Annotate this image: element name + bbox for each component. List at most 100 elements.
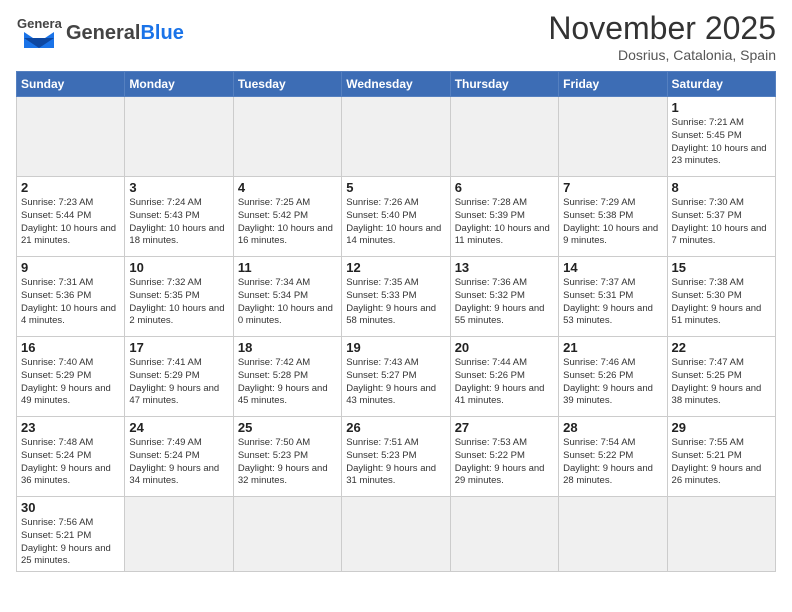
calendar-cell: 7 Sunrise: 7:29 AM Sunset: 5:38 PM Daylig… — [559, 177, 667, 257]
day-info: Sunrise: 7:42 AM Sunset: 5:28 PM Dayligh… — [238, 357, 337, 408]
day-number: 13 — [455, 260, 554, 275]
day-number: 5 — [346, 180, 445, 195]
calendar-cell — [559, 497, 667, 572]
calendar-cell: 11 Sunrise: 7:34 AM Sunset: 5:34 PM Dayli… — [233, 257, 341, 337]
day-number: 18 — [238, 340, 337, 355]
svg-text:General: General — [17, 16, 62, 31]
calendar-week-3: 16Sunrise: 7:40 AM Sunset: 5:29 PM Dayli… — [17, 337, 776, 417]
calendar-week-4: 23 Sunrise: 7:48 AM Sunset: 5:24 PM Dayli… — [17, 417, 776, 497]
calendar-cell: 21Sunrise: 7:46 AM Sunset: 5:26 PM Dayli… — [559, 337, 667, 417]
weekday-row: SundayMondayTuesdayWednesdayThursdayFrid… — [17, 72, 776, 97]
day-info: Sunrise: 7:32 AM Sunset: 5:35 PM Dayligh… — [129, 277, 228, 328]
weekday-header-saturday: Saturday — [667, 72, 775, 97]
calendar: SundayMondayTuesdayWednesdayThursdayFrid… — [16, 71, 776, 572]
calendar-cell: 12Sunrise: 7:35 AM Sunset: 5:33 PM Dayli… — [342, 257, 450, 337]
calendar-cell: 20Sunrise: 7:44 AM Sunset: 5:26 PM Dayli… — [450, 337, 558, 417]
weekday-header-monday: Monday — [125, 72, 233, 97]
calendar-cell: 2Sunrise: 7:23 AM Sunset: 5:44 PM Daylig… — [17, 177, 125, 257]
day-number: 9 — [21, 260, 120, 275]
day-info: Sunrise: 7:43 AM Sunset: 5:27 PM Dayligh… — [346, 357, 445, 408]
calendar-cell: 5Sunrise: 7:26 AM Sunset: 5:40 PM Daylig… — [342, 177, 450, 257]
day-info: Sunrise: 7:34 AM Sunset: 5:34 PM Dayligh… — [238, 277, 337, 328]
calendar-cell — [667, 497, 775, 572]
calendar-cell: 14Sunrise: 7:37 AM Sunset: 5:31 PM Dayli… — [559, 257, 667, 337]
logo-svg: General — [16, 10, 62, 56]
calendar-week-5: 30Sunrise: 7:56 AM Sunset: 5:21 PM Dayli… — [17, 497, 776, 572]
calendar-cell: 30Sunrise: 7:56 AM Sunset: 5:21 PM Dayli… — [17, 497, 125, 572]
day-info: Sunrise: 7:37 AM Sunset: 5:31 PM Dayligh… — [563, 277, 662, 328]
calendar-cell: 4 Sunrise: 7:25 AM Sunset: 5:42 PM Daylig… — [233, 177, 341, 257]
day-info: Sunrise: 7:41 AM Sunset: 5:29 PM Dayligh… — [129, 357, 228, 408]
day-number: 10 — [129, 260, 228, 275]
day-number: 11 — [238, 260, 337, 275]
day-number: 22 — [672, 340, 771, 355]
day-number: 26 — [346, 420, 445, 435]
day-info: Sunrise: 7:40 AM Sunset: 5:29 PM Dayligh… — [21, 357, 120, 408]
day-number: 21 — [563, 340, 662, 355]
calendar-cell — [233, 97, 341, 177]
calendar-cell: 29Sunrise: 7:55 AM Sunset: 5:21 PM Dayli… — [667, 417, 775, 497]
calendar-week-1: 2Sunrise: 7:23 AM Sunset: 5:44 PM Daylig… — [17, 177, 776, 257]
day-info: Sunrise: 7:54 AM Sunset: 5:22 PM Dayligh… — [563, 437, 662, 488]
calendar-cell: 1 Sunrise: 7:21 AM Sunset: 5:45 PM Daylig… — [667, 97, 775, 177]
calendar-cell — [342, 497, 450, 572]
day-number: 4 — [238, 180, 337, 195]
day-info: Sunrise: 7:25 AM Sunset: 5:42 PM Dayligh… — [238, 197, 337, 248]
day-info: Sunrise: 7:50 AM Sunset: 5:23 PM Dayligh… — [238, 437, 337, 488]
weekday-header-tuesday: Tuesday — [233, 72, 341, 97]
day-number: 30 — [21, 500, 120, 515]
day-number: 7 — [563, 180, 662, 195]
day-info: Sunrise: 7:29 AM Sunset: 5:38 PM Dayligh… — [563, 197, 662, 248]
calendar-cell: 23 Sunrise: 7:48 AM Sunset: 5:24 PM Dayli… — [17, 417, 125, 497]
calendar-body: 1 Sunrise: 7:21 AM Sunset: 5:45 PM Daylig… — [17, 97, 776, 572]
day-number: 27 — [455, 420, 554, 435]
calendar-cell — [450, 497, 558, 572]
calendar-cell: 9Sunrise: 7:31 AM Sunset: 5:36 PM Daylig… — [17, 257, 125, 337]
day-info: Sunrise: 7:21 AM Sunset: 5:45 PM Dayligh… — [672, 117, 771, 168]
page: General GeneralBlue November 2025 Dosriu… — [0, 0, 792, 582]
weekday-header-thursday: Thursday — [450, 72, 558, 97]
calendar-cell — [342, 97, 450, 177]
day-info: Sunrise: 7:49 AM Sunset: 5:24 PM Dayligh… — [129, 437, 228, 488]
calendar-cell: 24Sunrise: 7:49 AM Sunset: 5:24 PM Dayli… — [125, 417, 233, 497]
day-number: 19 — [346, 340, 445, 355]
calendar-week-0: 1 Sunrise: 7:21 AM Sunset: 5:45 PM Daylig… — [17, 97, 776, 177]
day-number: 25 — [238, 420, 337, 435]
day-number: 17 — [129, 340, 228, 355]
day-info: Sunrise: 7:47 AM Sunset: 5:25 PM Dayligh… — [672, 357, 771, 408]
day-info: Sunrise: 7:53 AM Sunset: 5:22 PM Dayligh… — [455, 437, 554, 488]
day-number: 20 — [455, 340, 554, 355]
weekday-header-friday: Friday — [559, 72, 667, 97]
day-info: Sunrise: 7:24 AM Sunset: 5:43 PM Dayligh… — [129, 197, 228, 248]
weekday-header-wednesday: Wednesday — [342, 72, 450, 97]
calendar-cell: 8Sunrise: 7:30 AM Sunset: 5:37 PM Daylig… — [667, 177, 775, 257]
calendar-cell — [233, 497, 341, 572]
day-info: Sunrise: 7:51 AM Sunset: 5:23 PM Dayligh… — [346, 437, 445, 488]
day-info: Sunrise: 7:55 AM Sunset: 5:21 PM Dayligh… — [672, 437, 771, 488]
day-number: 2 — [21, 180, 120, 195]
logo: General GeneralBlue — [16, 10, 184, 56]
calendar-cell — [559, 97, 667, 177]
calendar-cell: 10 Sunrise: 7:32 AM Sunset: 5:35 PM Dayli… — [125, 257, 233, 337]
month-title: November 2025 — [548, 10, 776, 47]
day-number: 1 — [672, 100, 771, 115]
calendar-header: SundayMondayTuesdayWednesdayThursdayFrid… — [17, 72, 776, 97]
day-info: Sunrise: 7:36 AM Sunset: 5:32 PM Dayligh… — [455, 277, 554, 328]
calendar-cell: 25 Sunrise: 7:50 AM Sunset: 5:23 PM Dayli… — [233, 417, 341, 497]
day-info: Sunrise: 7:48 AM Sunset: 5:24 PM Dayligh… — [21, 437, 120, 488]
calendar-cell — [450, 97, 558, 177]
calendar-cell — [125, 97, 233, 177]
day-number: 23 — [21, 420, 120, 435]
day-number: 3 — [129, 180, 228, 195]
calendar-cell: 15Sunrise: 7:38 AM Sunset: 5:30 PM Dayli… — [667, 257, 775, 337]
calendar-cell: 17 Sunrise: 7:41 AM Sunset: 5:29 PM Dayli… — [125, 337, 233, 417]
day-info: Sunrise: 7:35 AM Sunset: 5:33 PM Dayligh… — [346, 277, 445, 328]
day-info: Sunrise: 7:28 AM Sunset: 5:39 PM Dayligh… — [455, 197, 554, 248]
calendar-cell: 27 Sunrise: 7:53 AM Sunset: 5:22 PM Dayli… — [450, 417, 558, 497]
logo-general: General — [66, 22, 140, 44]
calendar-cell: 13 Sunrise: 7:36 AM Sunset: 5:32 PM Dayli… — [450, 257, 558, 337]
calendar-cell — [125, 497, 233, 572]
location: Dosrius, Catalonia, Spain — [548, 47, 776, 63]
day-info: Sunrise: 7:30 AM Sunset: 5:37 PM Dayligh… — [672, 197, 771, 248]
calendar-cell: 28Sunrise: 7:54 AM Sunset: 5:22 PM Dayli… — [559, 417, 667, 497]
